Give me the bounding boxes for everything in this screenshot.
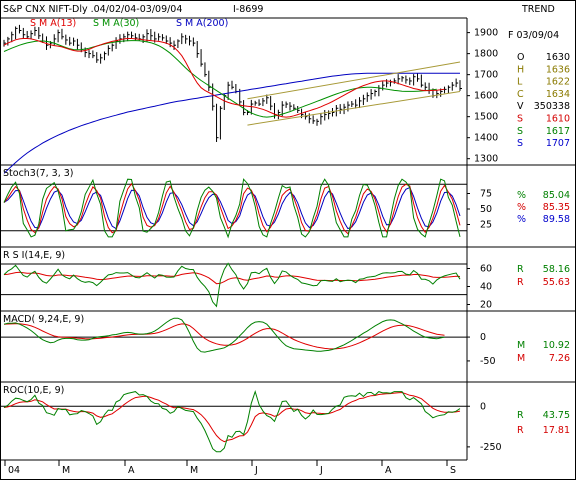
technical-chart: S&P CNX NIFT-Dly .04/02/04-03/09/04 I-86… bbox=[0, 0, 576, 480]
y-tick-label: 1500 bbox=[474, 112, 498, 123]
y-tick-label: 1900 bbox=[474, 28, 498, 39]
chart-title: S&P CNX NIFT-Dly .04/02/04-03/09/04 bbox=[3, 4, 182, 15]
indicator-readout-value: 43.75 bbox=[543, 410, 570, 421]
indicator-readout-value: 17.81 bbox=[543, 425, 570, 436]
readout-value: 350338 bbox=[534, 101, 570, 112]
macd-signal-line bbox=[3, 323, 445, 350]
y-tick-label: 1600 bbox=[474, 91, 498, 102]
instrument-code: I-8699 bbox=[233, 4, 263, 15]
x-axis: 04 M A M J J A S bbox=[4, 460, 456, 476]
indicator-readout-key: % bbox=[517, 202, 526, 213]
x-tick-label: J bbox=[254, 465, 258, 476]
readout-value: 1634 bbox=[546, 89, 570, 100]
indicator-readout-value: 85.35 bbox=[543, 202, 570, 213]
stochastic-panel: Stoch3(7, 3, 3) 75 50 25% 85.04% 85.35% 89.58 bbox=[0, 168, 570, 239]
readout-key: S bbox=[517, 126, 523, 137]
x-tick-label: A bbox=[385, 465, 392, 476]
indicator-readout-value: 58.16 bbox=[543, 264, 570, 275]
roc-title: ROC(10,E, 9) bbox=[3, 385, 64, 396]
x-tick-label: A bbox=[128, 465, 135, 476]
readout-date: F 03/09/04 bbox=[508, 30, 559, 41]
price-bars bbox=[3, 24, 462, 142]
stochastic-title: Stoch3(7, 3, 3) bbox=[3, 168, 73, 179]
y-tick-label: -250 bbox=[480, 442, 502, 453]
price-indicator-lines bbox=[3, 38, 461, 174]
x-tick-label: M bbox=[190, 465, 198, 476]
y-tick-label: 20 bbox=[480, 300, 492, 311]
indicator-readout-value: 7.26 bbox=[549, 353, 570, 364]
rsi-panel: R S I(14,E, 9) 60 40 20 R 58.16 R 55.63 bbox=[0, 250, 570, 311]
stochastic-slow-line bbox=[3, 186, 461, 230]
rsi-line bbox=[3, 262, 461, 308]
indicator-readout-key: % bbox=[517, 214, 526, 225]
readout-value: 1630 bbox=[546, 52, 570, 63]
stochastic-d-line bbox=[3, 182, 461, 235]
readout-key: V bbox=[517, 101, 524, 112]
y-tick-label: 1300 bbox=[474, 154, 498, 165]
y-tick-label: 0 bbox=[480, 332, 486, 343]
y-tick-label: 60 bbox=[480, 264, 492, 275]
readout-value: 1617 bbox=[546, 126, 570, 137]
readout-value: 1610 bbox=[546, 114, 570, 125]
rsi-signal-line bbox=[3, 271, 461, 285]
readout-value: 1622 bbox=[546, 77, 570, 88]
readout-key: S bbox=[517, 114, 523, 125]
readout-value: 1636 bbox=[546, 64, 570, 75]
readout-key: O bbox=[517, 52, 524, 63]
y-tick-label: 50 bbox=[480, 204, 492, 215]
readout-key: L bbox=[517, 77, 523, 88]
legend-sma13: S M A(13) bbox=[30, 18, 76, 29]
x-tick-label: M bbox=[62, 465, 70, 476]
indicator-readout-key: % bbox=[517, 190, 526, 201]
indicator-readout-value: 55.63 bbox=[543, 277, 570, 288]
y-tick-label: 1700 bbox=[474, 70, 498, 81]
channel-lower-line bbox=[247, 90, 461, 126]
readout-key: C bbox=[517, 89, 524, 100]
indicator-readout-value: 85.04 bbox=[543, 190, 570, 201]
legend-sma200: S M A(200) bbox=[176, 18, 228, 29]
indicator-readout-key: R bbox=[517, 277, 524, 288]
stochastic-k-line bbox=[3, 178, 461, 239]
y-tick-label: 40 bbox=[480, 282, 492, 293]
readout-key: H bbox=[517, 64, 524, 75]
y-tick-label: -50 bbox=[480, 356, 496, 367]
readout-key: S bbox=[517, 138, 523, 149]
y-tick-label: 75 bbox=[480, 189, 492, 200]
legend-sma30: S M A(30) bbox=[93, 18, 139, 29]
indicator-readout-value: 10.92 bbox=[543, 340, 570, 351]
roc-panel: ROC(10,E, 9) 0 -250 R 43.75 R 17.81 bbox=[0, 385, 570, 453]
price-y-axis: 1900 1800 1700 1600 1500 1400 1300 bbox=[467, 28, 498, 165]
channel-upper-line bbox=[247, 61, 461, 100]
price-panel: 1900 1800 1700 1600 1500 1400 1300 S M A(13) S… bbox=[3, 18, 498, 174]
y-tick-label: 1800 bbox=[474, 49, 498, 60]
readout-value: 1707 bbox=[546, 138, 570, 149]
indicator-readout-key: M bbox=[517, 353, 525, 364]
roc-line bbox=[3, 389, 461, 453]
x-tick-label: 04 bbox=[8, 465, 20, 476]
roc-signal-line bbox=[3, 391, 461, 443]
x-tick-label: J bbox=[319, 465, 323, 476]
rsi-title: R S I(14,E, 9) bbox=[3, 250, 65, 261]
indicator-readout-key: M bbox=[517, 340, 525, 351]
y-tick-label: 1400 bbox=[474, 133, 498, 144]
x-tick-label: S bbox=[450, 465, 456, 476]
indicator-readout-key: R bbox=[517, 264, 524, 275]
macd-panel: MACD( 9,24,E, 9) 0-50M 10.92M 7.26 bbox=[0, 314, 570, 367]
indicator-readout-key: R bbox=[517, 425, 524, 436]
y-tick-label: 25 bbox=[480, 220, 492, 231]
ohlc-readout: F 03/09/04 O 1630 H 1636 L 1622 C 1634 V 350338 S 1… bbox=[508, 30, 570, 149]
y-tick-label: 0 bbox=[480, 401, 486, 412]
indicator-readout-value: 89.58 bbox=[543, 214, 570, 225]
trend-label: TREND bbox=[521, 4, 555, 15]
indicator-readout-key: R bbox=[517, 410, 524, 421]
